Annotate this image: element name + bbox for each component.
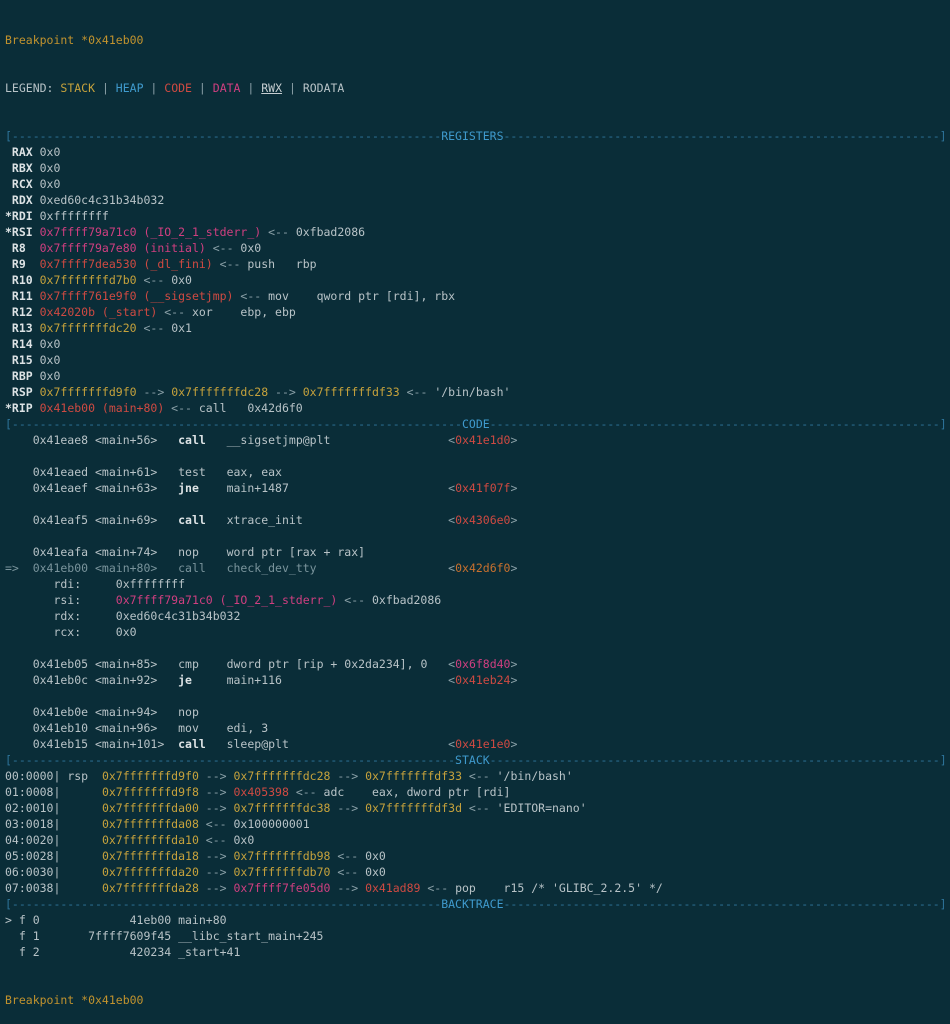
- register-line: *RIP 0x41eb00 (main+80) <-- call 0x42d6f…: [5, 400, 950, 416]
- section-title: CODE: [462, 417, 490, 431]
- legend-item-heap: HEAP: [116, 81, 144, 95]
- legend-item-stack: STACK: [60, 81, 95, 95]
- code-line: 0x41eb0e <main+94> nop: [5, 704, 950, 720]
- code-line: 0x41eb05 <main+85> cmp dword ptr [rip + …: [5, 656, 950, 672]
- section-registers: [---------------------------------------…: [5, 128, 950, 416]
- code-line: 0x41eaed <main+61> test eax, eax: [5, 464, 950, 480]
- breakpoint-status-top: Breakpoint *0x41eb00: [5, 32, 950, 48]
- section-divider-stack: [---------------------------------------…: [5, 752, 950, 768]
- legend-separator: |: [144, 81, 165, 95]
- code-line: => 0x41eb00 <main+80> call check_dev_tty…: [5, 560, 950, 576]
- register-line: RDX 0xed60c4c31b34b032: [5, 192, 950, 208]
- code-line: 0x41eaf5 <main+69> call xtrace_init <0x4…: [5, 512, 950, 528]
- section-divider-code: [---------------------------------------…: [5, 416, 950, 432]
- register-line: R9 0x7ffff7dea530 (_dl_fini) <-- push rb…: [5, 256, 950, 272]
- register-line: R11 0x7ffff761e9f0 (__sigsetjmp) <-- mov…: [5, 288, 950, 304]
- stack-line: 04:0020| 0x7fffffffda10 <-- 0x0: [5, 832, 950, 848]
- code-line: [5, 496, 950, 512]
- code-line: rcx: 0x0: [5, 624, 950, 640]
- code-line: [5, 528, 950, 544]
- register-line: RCX 0x0: [5, 176, 950, 192]
- code-line: [5, 640, 950, 656]
- stack-line: 02:0010| 0x7fffffffda00 --> 0x7fffffffdc…: [5, 800, 950, 816]
- legend-separator: |: [282, 81, 303, 95]
- backtrace-line: f 1 7ffff7609f45 __libc_start_main+245: [5, 928, 950, 944]
- code-line: rdi: 0xffffffff: [5, 576, 950, 592]
- stack-line: 03:0018| 0x7fffffffda08 <-- 0x100000001: [5, 816, 950, 832]
- register-line: *RDI 0xffffffff: [5, 208, 950, 224]
- legend-item-rwx: RWX: [261, 81, 282, 95]
- register-line: R10 0x7fffffffd7b0 <-- 0x0: [5, 272, 950, 288]
- stack-line: 07:0038| 0x7fffffffda28 --> 0x7ffff7fe05…: [5, 880, 950, 896]
- legend-item-data: DATA: [213, 81, 241, 95]
- register-line: RBP 0x0: [5, 368, 950, 384]
- section-code: [---------------------------------------…: [5, 416, 950, 752]
- register-line: RBX 0x0: [5, 160, 950, 176]
- code-line: 0x41eaef <main+63> jne main+1487 <0x41f0…: [5, 480, 950, 496]
- section-title: BACKTRACE: [441, 897, 503, 911]
- backtrace-line: f 2 420234 _start+41: [5, 944, 950, 960]
- stack-line: 05:0028| 0x7fffffffda18 --> 0x7fffffffdb…: [5, 848, 950, 864]
- section-title: REGISTERS: [441, 129, 503, 143]
- legend-line: LEGEND: STACK | HEAP | CODE | DATA | RWX…: [5, 80, 950, 96]
- legend-separator: |: [192, 81, 213, 95]
- register-line: RSP 0x7fffffffd9f0 --> 0x7fffffffdc28 --…: [5, 384, 950, 400]
- code-line: 0x41eb15 <main+101> call sleep@plt <0x41…: [5, 736, 950, 752]
- section-title: STACK: [455, 753, 490, 767]
- code-line: [5, 448, 950, 464]
- code-line: rdx: 0xed60c4c31b34b032: [5, 608, 950, 624]
- code-line: 0x41eafa <main+74> nop word ptr [rax + r…: [5, 544, 950, 560]
- code-line: 0x41eae8 <main+56> call __sigsetjmp@plt …: [5, 432, 950, 448]
- backtrace-line: > f 0 41eb00 main+80: [5, 912, 950, 928]
- legend-item-rodata: RODATA: [303, 81, 345, 95]
- legend-label: LEGEND:: [5, 81, 60, 95]
- code-line: 0x41eb10 <main+96> mov edi, 3: [5, 720, 950, 736]
- register-line: R12 0x42020b (_start) <-- xor ebp, ebp: [5, 304, 950, 320]
- code-line: [5, 688, 950, 704]
- stack-line: 00:0000| rsp 0x7fffffffd9f0 --> 0x7fffff…: [5, 768, 950, 784]
- legend-separator: |: [240, 81, 261, 95]
- code-line: 0x41eb0c <main+92> je main+116 <0x41eb24…: [5, 672, 950, 688]
- breakpoint-status-bottom: Breakpoint *0x41eb00: [5, 992, 950, 1008]
- register-line: *RSI 0x7ffff79a71c0 (_IO_2_1_stderr_) <-…: [5, 224, 950, 240]
- terminal[interactable]: Breakpoint *0x41eb00 LEGEND: STACK | HEA…: [0, 0, 950, 1024]
- register-line: R8 0x7ffff79a7e80 (initial) <-- 0x0: [5, 240, 950, 256]
- register-line: R13 0x7fffffffdc20 <-- 0x1: [5, 320, 950, 336]
- stack-line: 01:0008| 0x7fffffffd9f8 --> 0x405398 <--…: [5, 784, 950, 800]
- legend-separator: |: [95, 81, 116, 95]
- section-divider-backtrace: [---------------------------------------…: [5, 896, 950, 912]
- section-stack: [---------------------------------------…: [5, 752, 950, 896]
- sections: [---------------------------------------…: [5, 128, 950, 960]
- code-line: rsi: 0x7ffff79a71c0 (_IO_2_1_stderr_) <-…: [5, 592, 950, 608]
- register-line: RAX 0x0: [5, 144, 950, 160]
- section-backtrace: [---------------------------------------…: [5, 896, 950, 960]
- legend-item-code: CODE: [164, 81, 192, 95]
- register-line: R14 0x0: [5, 336, 950, 352]
- section-divider-registers: [---------------------------------------…: [5, 128, 950, 144]
- register-line: R15 0x0: [5, 352, 950, 368]
